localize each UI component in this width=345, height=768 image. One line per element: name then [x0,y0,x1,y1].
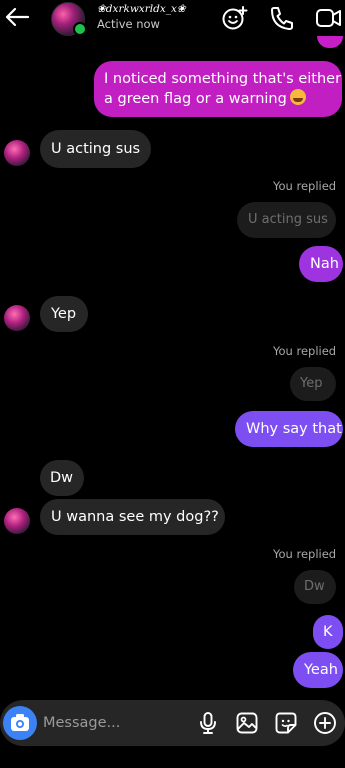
phone-call-icon[interactable] [268,5,296,31]
plus-icon[interactable] [313,711,337,735]
message-text: I noticed something that's either [104,71,342,87]
online-status-dot [73,22,87,36]
active-status: Active now [97,17,160,31]
message-composer [0,700,345,746]
sender-avatar[interactable] [4,305,30,331]
contact-username[interactable]: ❀dxrkwxrldx_x❀ [97,3,186,15]
quoted-message[interactable]: U acting sus [237,202,336,238]
message-text: Yep [51,306,77,322]
message-bubble-incoming[interactable]: Yep [40,296,88,332]
message-text: K [323,624,333,640]
chat-header: ❀dxrkwxrldx_x❀ Active now [0,0,345,44]
you-replied-label: You replied [273,344,337,358]
you-replied-label: You replied [273,547,337,561]
message-bubble-outgoing[interactable]: Why say that [235,411,343,447]
message-text-line2: a green flag or a warning [104,89,342,109]
message-input[interactable] [43,710,183,736]
message-bubble-outgoing[interactable]: Nah [299,246,343,282]
avatar[interactable] [51,2,87,36]
message-bubble-incoming[interactable]: Dw [40,460,84,496]
you-replied-label: You replied [273,179,337,193]
message-bubble-outgoing[interactable]: I noticed something that's either a gree… [94,61,342,117]
quoted-text: Yep [300,376,323,391]
message-bubble-outgoing[interactable]: Yeah [293,652,343,688]
message-text: Dw [50,470,74,486]
sender-avatar[interactable] [4,508,30,534]
message-text: Yeah [304,662,338,678]
sender-avatar[interactable] [4,140,30,166]
quoted-text: U acting sus [248,212,328,227]
camera-icon [11,714,29,731]
message-bubble-outgoing[interactable]: K [313,615,343,649]
quoted-text: Dw [304,579,325,594]
message-text: Nah [310,256,339,272]
video-call-icon[interactable] [314,5,342,31]
previous-message-bubble [317,36,343,48]
smiling-face-with-hearts-icon [289,89,306,105]
message-text: U acting sus [51,141,141,157]
camera-button[interactable] [3,706,37,740]
back-arrow-icon[interactable] [4,6,30,28]
sticker-icon[interactable] [274,711,298,735]
quoted-message[interactable]: Yep [290,367,336,401]
message-text: Why say that [246,421,342,437]
quoted-message[interactable]: Dw [294,570,336,604]
gallery-icon[interactable] [235,711,259,735]
message-text: U wanna see my dog?? [51,509,219,525]
microphone-icon[interactable] [196,711,220,735]
message-bubble-incoming[interactable]: U acting sus [40,130,151,168]
message-bubble-incoming[interactable]: U wanna see my dog?? [40,499,225,535]
effects-icon[interactable] [221,5,249,31]
